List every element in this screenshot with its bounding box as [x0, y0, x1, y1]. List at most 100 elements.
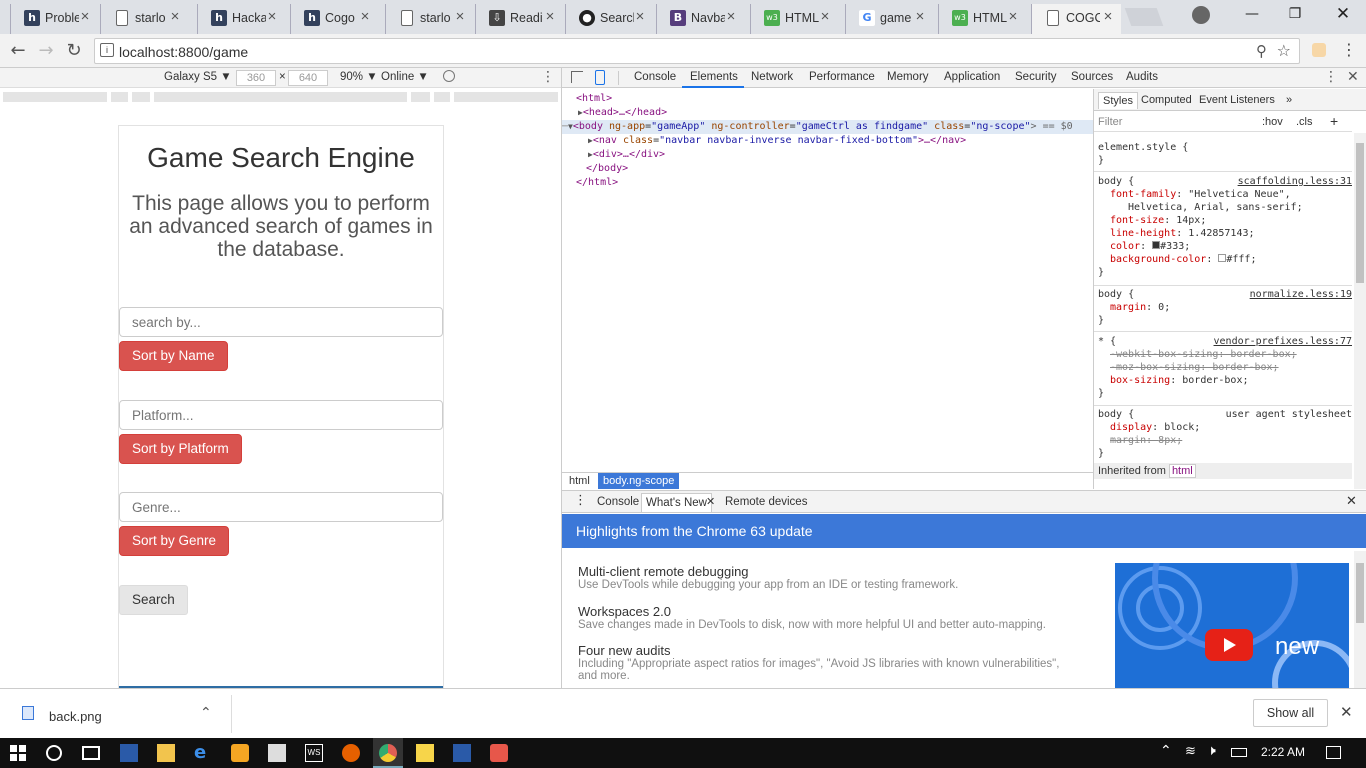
styles-filter[interactable]: Filter :hov .cls + — [1094, 112, 1352, 132]
maximize-button[interactable]: ❐ — [1272, 0, 1318, 30]
menu-icon[interactable]: ⋮ — [1340, 40, 1358, 60]
info-icon[interactable]: i — [100, 43, 114, 57]
search-icon[interactable] — [46, 745, 62, 761]
drawer-tab-console[interactable]: Console — [597, 496, 639, 508]
forward-icon[interactable]: → — [34, 39, 58, 63]
sort-by-platform-button[interactable]: Sort by Platform — [119, 434, 242, 464]
network-select[interactable]: Online ▼ — [381, 71, 429, 83]
dom-node[interactable]: ▶<head>…</head> — [578, 106, 667, 120]
media-segment[interactable] — [454, 92, 558, 102]
show-all-button[interactable]: Show all — [1253, 699, 1328, 727]
file-explorer-icon[interactable] — [157, 744, 175, 762]
address-bar[interactable]: i localhost:8800/game ⚲ ☆ — [94, 38, 1300, 64]
wifi-icon[interactable]: ≋ — [1185, 744, 1196, 759]
close-drawer-icon[interactable]: ✕ — [1346, 494, 1357, 509]
webstorm-icon[interactable]: WS — [305, 744, 323, 762]
sort-by-name-button[interactable]: Sort by Name — [119, 341, 228, 371]
windows-start-icon[interactable] — [10, 745, 26, 761]
tab-application[interactable]: Application — [944, 71, 1000, 83]
back-icon[interactable]: ← — [6, 39, 30, 63]
tab-audits[interactable]: Audits — [1126, 71, 1158, 83]
dom-node[interactable]: <html> — [576, 92, 612, 106]
tab-security[interactable]: Security — [1015, 71, 1057, 83]
tab[interactable]: h Hacka × — [197, 4, 285, 34]
tab-elements[interactable]: Elements — [690, 71, 738, 83]
dom-node-body[interactable]: ⋯▼<body ng-app="gameApp" ng-controller="… — [562, 120, 1073, 134]
tab-event-listeners[interactable]: Event Listeners — [1199, 94, 1275, 106]
platform-input[interactable] — [119, 400, 443, 430]
task-view-icon[interactable] — [82, 746, 100, 760]
tab-close-icon[interactable]: × — [724, 9, 738, 25]
highlight-title[interactable]: Four new audits — [578, 643, 1078, 658]
youtube-play-icon[interactable] — [1205, 629, 1253, 661]
minimize-button[interactable]: — — [1229, 0, 1275, 30]
tab[interactable]: w3 HTML × — [750, 4, 838, 34]
tab-close-icon[interactable]: × — [913, 9, 927, 25]
inspect-icon[interactable] — [571, 71, 583, 83]
breadcrumb-html[interactable]: html — [569, 475, 590, 487]
close-devtools-icon[interactable]: ✕ — [1347, 69, 1359, 85]
tab-network[interactable]: Network — [751, 71, 793, 83]
search-input[interactable] — [119, 307, 443, 337]
highlight-title[interactable]: Workspaces 2.0 — [578, 604, 1078, 619]
tab-memory[interactable]: Memory — [887, 71, 929, 83]
rotate-icon[interactable] — [443, 70, 455, 82]
edge-icon[interactable]: e — [194, 744, 212, 762]
hov-toggle[interactable]: :hov — [1262, 116, 1283, 128]
styles-scrollbar[interactable] — [1354, 133, 1366, 489]
profile-icon[interactable] — [1192, 6, 1210, 24]
tab-close-icon[interactable]: × — [818, 9, 832, 25]
battery-icon[interactable] — [1231, 748, 1247, 757]
genre-input[interactable] — [119, 492, 443, 522]
more-options-icon[interactable]: ⋮ — [541, 69, 555, 85]
bookmark-star-icon[interactable]: ☆ — [1277, 41, 1291, 60]
dom-node[interactable]: ▶<div>…</div> — [588, 148, 665, 162]
reload-icon[interactable]: ↻ — [62, 39, 86, 63]
highlight-title[interactable]: Multi-client remote debugging — [578, 564, 1078, 579]
tab[interactable]: Ggame × — [845, 4, 933, 34]
more-tabs-icon[interactable]: » — [1286, 94, 1292, 106]
zoom-icon[interactable]: ⚲ — [1256, 42, 1267, 60]
tab-sources[interactable]: Sources — [1071, 71, 1113, 83]
drawer-tab-whats-new[interactable]: What's New — [641, 493, 712, 512]
close-download-bar-icon[interactable]: ✕ — [1340, 703, 1353, 721]
tab[interactable]: h Cogo × — [290, 4, 378, 34]
drawer-menu-icon[interactable]: ⋮ — [574, 493, 587, 508]
app-icon[interactable] — [490, 744, 508, 762]
media-query-bar[interactable] — [0, 88, 561, 108]
tab-computed[interactable]: Computed — [1141, 94, 1192, 106]
tab-close-icon[interactable]: × — [1006, 9, 1020, 25]
rule-source-link[interactable]: scaffolding.less:31 — [1238, 175, 1352, 188]
tab-close-icon[interactable]: × — [543, 9, 557, 25]
tab[interactable]: starlo × — [385, 4, 473, 34]
zoom-select[interactable]: 90% ▼ — [340, 71, 378, 83]
tab[interactable]: B Navba × — [656, 4, 744, 34]
rule-source-link[interactable]: vendor-prefixes.less:77 — [1214, 335, 1352, 348]
media-segment[interactable] — [3, 92, 107, 102]
dom-node[interactable]: ▶<nav class="navbar navbar-inverse navba… — [588, 134, 966, 148]
tab-close-icon[interactable]: × — [78, 9, 92, 25]
clock[interactable]: 2:22 AM — [1261, 745, 1305, 759]
search-button[interactable]: Search — [119, 585, 188, 615]
tab-styles[interactable]: Styles — [1098, 92, 1138, 109]
media-segment[interactable] — [132, 92, 150, 102]
volume-icon[interactable]: 🕨 — [1207, 743, 1216, 759]
tab-close-icon[interactable]: × — [1101, 9, 1115, 25]
tab[interactable]: starlo × — [100, 4, 188, 34]
media-segment[interactable] — [434, 92, 450, 102]
new-tab-button[interactable] — [1124, 8, 1164, 26]
dom-node[interactable]: </html> — [576, 176, 618, 190]
tab[interactable]: w3 HTML × — [938, 4, 1026, 34]
tab[interactable]: h Proble × — [10, 4, 98, 34]
chrome-63-video-thumbnail[interactable]: new — [1115, 563, 1349, 689]
powershell-icon[interactable] — [120, 744, 138, 762]
media-segment[interactable] — [111, 92, 128, 102]
width-input[interactable]: 360 — [236, 70, 276, 86]
device-select[interactable]: Galaxy S5 ▼ — [164, 71, 232, 83]
rule-source-link[interactable]: normalize.less:19 — [1250, 288, 1352, 301]
download-chevron-icon[interactable]: ⌃ — [200, 705, 212, 721]
tab[interactable]: ⇩ Readi × — [475, 4, 563, 34]
close-tab-icon[interactable]: ✕ — [706, 495, 715, 508]
tab-performance[interactable]: Performance — [809, 71, 875, 83]
media-segment[interactable] — [411, 92, 430, 102]
